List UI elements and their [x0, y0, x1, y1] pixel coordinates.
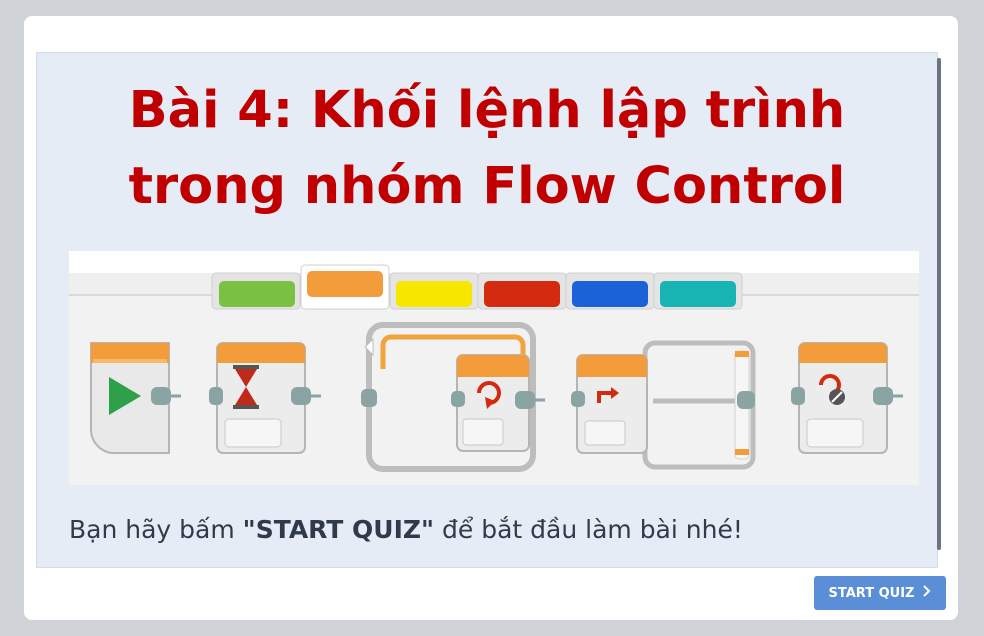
start-quiz-button[interactable]: START QUIZ — [814, 576, 946, 610]
start-quiz-label: START QUIZ — [828, 585, 915, 601]
chevron-right-icon — [922, 585, 931, 601]
palette-tab-blue — [572, 281, 648, 307]
title-line-1: Bài 4: Khối lệnh lập trình — [128, 81, 846, 140]
title-line-2: trong nhóm Flow Control — [128, 157, 846, 216]
start-instruction: Bạn hãy bấm "START QUIZ" để bắt đầu làm … — [69, 515, 889, 544]
slide-panel: Bài 4: Khối lệnh lập trình trong nhóm Fl… — [36, 52, 938, 568]
wait-block-icon — [209, 342, 321, 454]
prompt-after: để bắt đầu làm bài nhé! — [434, 515, 743, 544]
prompt-before: Bạn hãy bấm — [69, 515, 243, 544]
flow-control-palette-image — [69, 251, 919, 485]
page-title: Bài 4: Khối lệnh lập trình trong nhóm Fl… — [37, 73, 937, 225]
palette-tab-yellow — [396, 281, 472, 307]
quiz-card: Bài 4: Khối lệnh lập trình trong nhóm Fl… — [24, 16, 958, 620]
palette-tab-red — [484, 281, 560, 307]
palette-tab-green — [219, 281, 295, 307]
start-block-icon — [90, 342, 181, 454]
palette-tab-teal — [660, 281, 736, 307]
palette-tab-orange — [307, 271, 383, 297]
loop-interrupt-block-icon — [791, 342, 903, 454]
panel-scrollbar[interactable] — [937, 58, 941, 550]
prompt-bold: "START QUIZ" — [242, 515, 435, 544]
